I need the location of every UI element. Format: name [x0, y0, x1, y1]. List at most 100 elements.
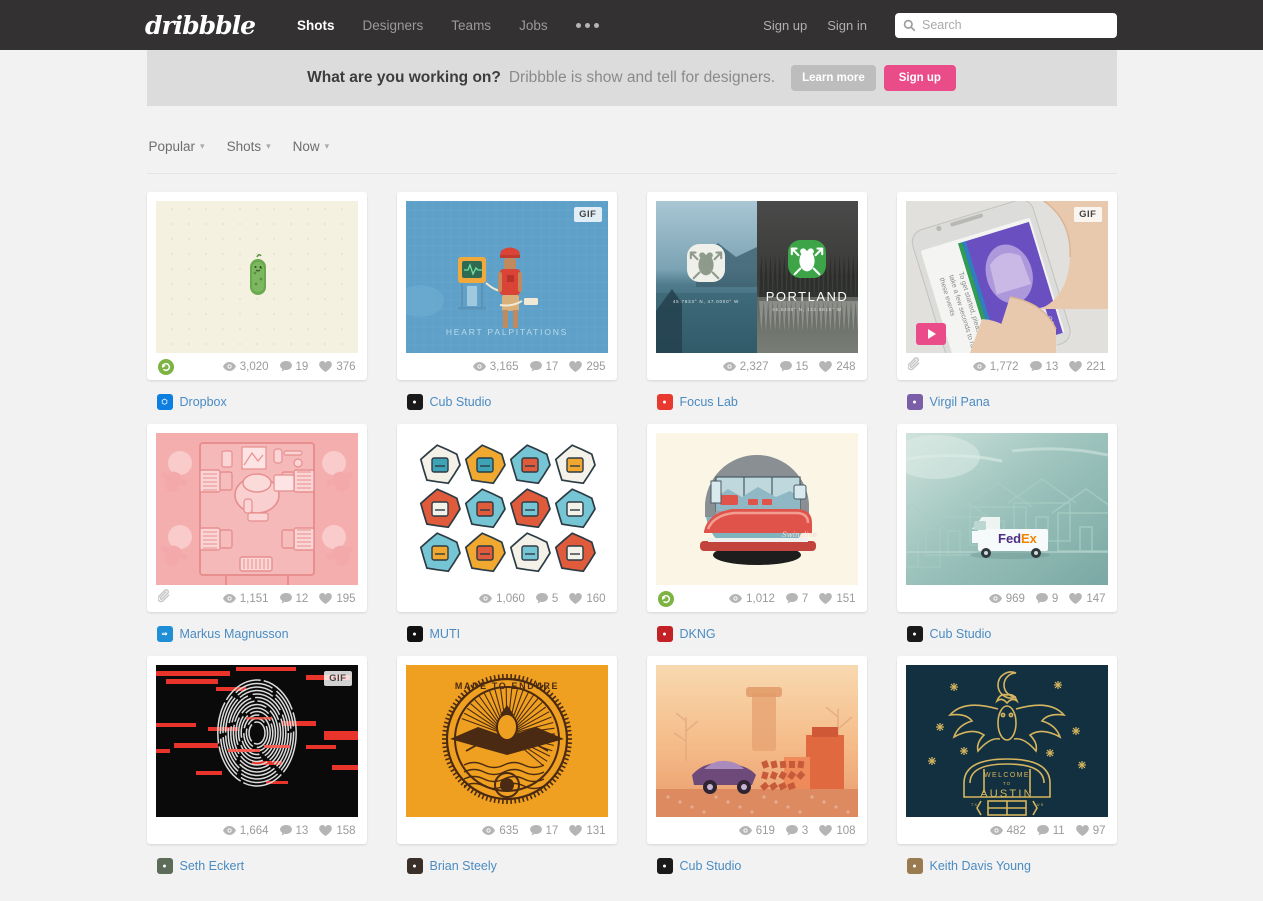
shot-card[interactable]: 619 3 108	[646, 656, 867, 844]
comments-stat: 19	[279, 361, 308, 373]
author-name[interactable]: Cub Studio	[930, 627, 992, 641]
avatar[interactable]: ●	[406, 394, 423, 410]
ellipsis-icon[interactable]	[562, 22, 613, 28]
author-name[interactable]: Dropbox	[180, 395, 227, 409]
avatar[interactable]: ●	[906, 626, 923, 642]
author-name[interactable]: Markus Magnusson	[180, 627, 289, 641]
svg-text:MADE TO ENDURE: MADE TO ENDURE	[454, 681, 558, 691]
shot-thumbnail[interactable]: Swingline	[655, 433, 858, 585]
shot-card[interactable]: 1,060 5 160	[396, 424, 617, 612]
heart-icon	[569, 361, 583, 372]
nav-link-designers[interactable]: Designers	[349, 18, 438, 33]
filter-shots-label: Shots	[226, 138, 262, 154]
avatar[interactable]: ⬡	[156, 394, 173, 410]
sign-up-link[interactable]: Sign up	[753, 18, 817, 33]
author-name[interactable]: Cub Studio	[430, 395, 492, 409]
shot-card[interactable]: 3,020 19 376	[146, 192, 367, 380]
nav-link-teams[interactable]: Teams	[437, 18, 505, 33]
author-name[interactable]: Brian Steely	[430, 859, 497, 873]
avatar[interactable]: ●	[156, 858, 173, 874]
search-input[interactable]	[922, 18, 1109, 32]
shot-cell: 45.7833° N, 47.0000° W PORTLAND 45.5200°…	[646, 192, 867, 424]
author-name[interactable]: Seth Eckert	[180, 859, 245, 873]
shot-attribution: ● Keith Davis Young	[897, 844, 1117, 888]
shot-card[interactable]: MADE TO ENDURE 635 17 131	[396, 656, 617, 844]
avatar[interactable]: ●	[656, 626, 673, 642]
author-name[interactable]: Cub Studio	[680, 859, 742, 873]
heart-icon	[1069, 593, 1083, 604]
shot-cell: 1,060 5 160 ● MUTI	[396, 424, 617, 656]
shot-card[interactable]: Fed Ex 969 9 147	[896, 424, 1117, 612]
avatar[interactable]: ●	[406, 858, 423, 874]
learn-more-button[interactable]: Learn more	[791, 65, 876, 91]
shot-stats: 1,772 13 221	[906, 353, 1108, 380]
comment-icon	[529, 825, 542, 836]
shot-card[interactable]: 45.7833° N, 47.0000° W PORTLAND 45.5200°…	[646, 192, 867, 380]
views-stat: 969	[988, 593, 1025, 605]
views-count: 3,020	[239, 360, 269, 373]
comments-count: 5	[551, 592, 559, 605]
likes-stat: 108	[819, 824, 856, 837]
shot-thumbnail[interactable]	[155, 433, 358, 585]
avatar[interactable]: ●	[656, 394, 673, 410]
rebound-badge[interactable]	[657, 590, 674, 607]
shot-thumbnail[interactable]: GIF	[155, 665, 358, 817]
likes-count: 158	[336, 824, 356, 837]
shot-cell: MADE TO ENDURE 635 17 131 ● Brian Steely	[396, 656, 617, 888]
nav-link-shots[interactable]: Shots	[283, 18, 349, 33]
author-name[interactable]: DKNG	[680, 627, 716, 641]
filter-now[interactable]: Now ▾	[293, 139, 330, 154]
shot-thumbnail[interactable]: WELCOME TO AUSTIN T X U S	[905, 665, 1108, 817]
avatar[interactable]: ⇒	[156, 626, 173, 642]
shot-card[interactable]: FAR PARIS 2013 02 To get started, please…	[896, 192, 1117, 380]
sign-in-link[interactable]: Sign in	[817, 18, 877, 33]
search-box[interactable]	[895, 12, 1117, 38]
comments-stat: 7	[785, 593, 808, 605]
views-count: 1,060	[496, 592, 525, 605]
avatar[interactable]: ●	[906, 394, 923, 410]
banner-sign-up-button[interactable]: Sign up	[883, 65, 956, 91]
avatar[interactable]: ●	[906, 858, 923, 874]
shot-thumbnail[interactable]	[155, 201, 358, 353]
rebound-badge[interactable]	[157, 358, 174, 375]
shot-thumbnail[interactable]	[405, 433, 608, 585]
author-name[interactable]: Virgil Pana	[930, 395, 990, 409]
heart-icon	[1075, 825, 1089, 836]
shot-card[interactable]: Swingline 1,012 7 151	[646, 424, 867, 612]
shot-stats: 635 17 131	[406, 817, 608, 844]
paperclip-icon	[906, 356, 919, 370]
comments-count: 9	[1051, 592, 1059, 605]
shot-card[interactable]: 1,151 12 195	[146, 424, 367, 612]
shot-thumbnail[interactable]	[655, 665, 858, 817]
dribbble-logo[interactable]: dribbble	[145, 13, 256, 38]
play-icon[interactable]	[915, 323, 946, 345]
chevron-down-icon: ▾	[200, 140, 205, 151]
shot-cell: FAR PARIS 2013 02 To get started, please…	[896, 192, 1117, 424]
avatar[interactable]: ●	[406, 626, 423, 642]
shot-thumbnail[interactable]: MADE TO ENDURE	[405, 665, 608, 817]
svg-text:45.7833° N, 47.0000° W: 45.7833° N, 47.0000° W	[672, 299, 738, 304]
eye-icon	[222, 826, 236, 835]
shot-thumbnail[interactable]: FAR PARIS 2013 02 To get started, please…	[905, 201, 1108, 353]
shot-card[interactable]: WELCOME TO AUSTIN T X U S 482 11 97	[896, 656, 1117, 844]
author-name[interactable]: Keith Davis Young	[930, 859, 1031, 873]
views-count: 1,012	[746, 592, 775, 605]
shot-card[interactable]: HEART PALPITATIONS GIF 3,165 17 295	[396, 192, 617, 380]
shot-thumbnail[interactable]: 45.7833° N, 47.0000° W PORTLAND 45.5200°…	[655, 201, 858, 353]
shot-thumbnail[interactable]: Fed Ex	[905, 433, 1108, 585]
comments-count: 13	[1045, 360, 1059, 373]
author-name[interactable]: Focus Lab	[680, 395, 738, 409]
svg-text:WELCOME: WELCOME	[984, 772, 1030, 779]
views-count: 482	[1006, 824, 1026, 837]
author-name[interactable]: MUTI	[430, 627, 461, 641]
shot-thumbnail[interactable]: HEART PALPITATIONS GIF	[405, 201, 608, 353]
likes-count: 108	[836, 824, 856, 837]
comments-count: 12	[295, 592, 309, 605]
views-count: 1,151	[239, 592, 269, 605]
filter-popular[interactable]: Popular ▾	[149, 139, 205, 154]
nav-link-jobs[interactable]: Jobs	[505, 18, 562, 33]
views-stat: 1,060	[479, 593, 525, 605]
avatar[interactable]: ●	[656, 858, 673, 874]
shot-card[interactable]: GIF 1,664 13 158	[146, 656, 367, 844]
filter-shots[interactable]: Shots ▾	[227, 139, 271, 154]
